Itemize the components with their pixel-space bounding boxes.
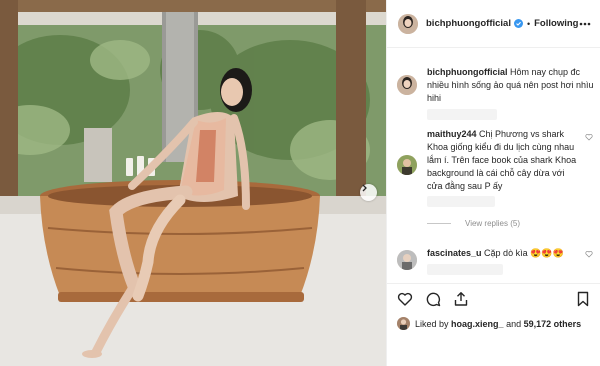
likes-text: Liked by hoag.xieng_ and 59,172 others <box>415 319 581 329</box>
avatar-image <box>397 317 410 330</box>
avatar-image <box>398 13 418 34</box>
avatar[interactable] <box>398 13 418 34</box>
view-replies-label: View replies (5) <box>465 219 520 228</box>
heart-icon[interactable] <box>585 133 593 141</box>
chevron-right-icon <box>362 184 367 192</box>
following-button[interactable]: Following <box>534 18 578 29</box>
separator-dot: • <box>526 18 531 29</box>
comment-1: maithuy244 Chị Phương vs shark Khoa giốn… <box>427 128 577 193</box>
post-sidebar: bichphuongofficial • Following bichphuon… <box>386 0 600 366</box>
avatar-image <box>397 250 417 270</box>
liker-avatar <box>397 317 410 330</box>
comment-2-text: Cặp dò kìa 😍😍😍 <box>484 248 564 258</box>
comment-1-meta-placeholder <box>427 196 495 207</box>
heart-icon[interactable] <box>397 291 413 307</box>
likes-conjunction: and <box>506 318 522 329</box>
caption-username[interactable]: bichphuongofficial <box>427 67 508 77</box>
bookmark-icon[interactable] <box>575 291 591 307</box>
post-caption: bichphuongofficial Hôm nay chụp đc nhiều… <box>427 66 595 105</box>
post-photo[interactable] <box>0 0 386 366</box>
comment-icon[interactable] <box>425 291 441 307</box>
view-replies-link[interactable]: View replies (5) <box>427 219 520 228</box>
likes-count[interactable]: 59,172 others <box>524 319 582 329</box>
comment-avatar[interactable] <box>397 155 417 175</box>
caption-avatar[interactable] <box>397 75 417 95</box>
comment-avatar[interactable] <box>397 250 417 270</box>
photo-image <box>0 0 386 366</box>
next-photo-button[interactable] <box>360 184 377 201</box>
avatar-image <box>397 155 417 175</box>
verified-icon <box>513 19 523 28</box>
actions-divider <box>387 283 600 284</box>
instagram-post-window: bichphuongofficial • Following bichphuon… <box>0 0 600 366</box>
post-header: bichphuongofficial • Following <box>387 0 600 48</box>
comment-2: fascinates_u Cặp dò kìa 😍😍😍 <box>427 247 577 260</box>
more-icon[interactable] <box>579 22 591 26</box>
comment-2-meta-placeholder <box>427 264 503 275</box>
comment-1-username[interactable]: maithuy244 <box>427 129 477 139</box>
likes-summary[interactable]: Liked by hoag.xieng_ and 59,172 others <box>397 317 581 330</box>
comment-2-username[interactable]: fascinates_u <box>427 248 482 258</box>
heart-icon[interactable] <box>585 250 593 258</box>
likes-user[interactable]: hoag.xieng_ <box>451 319 504 329</box>
likes-prefix: Liked by <box>415 318 449 329</box>
replies-divider <box>427 223 451 224</box>
caption-meta-placeholder <box>427 109 497 120</box>
avatar-image <box>397 75 417 95</box>
header-username[interactable]: bichphuongofficial <box>426 18 511 29</box>
share-icon[interactable] <box>453 291 469 307</box>
